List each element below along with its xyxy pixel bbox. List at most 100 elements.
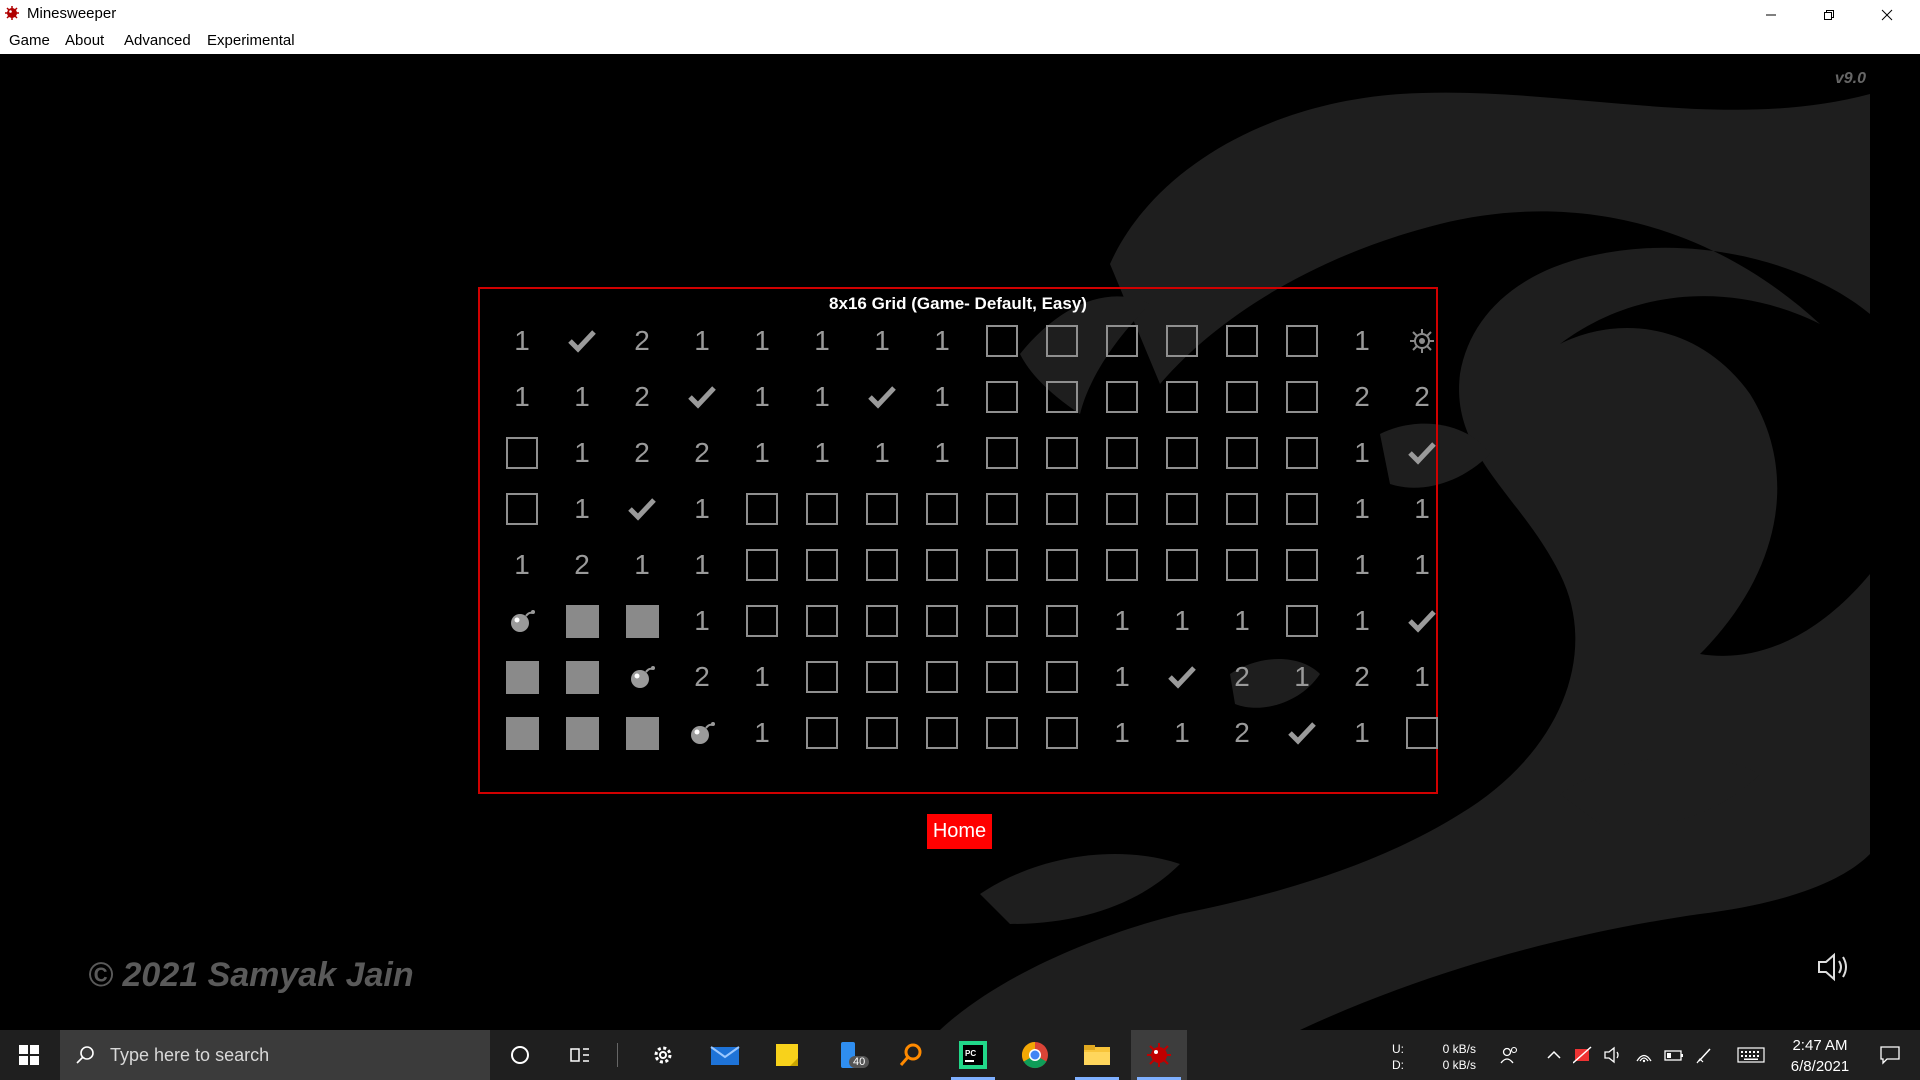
number-cell[interactable]: 2 (672, 425, 732, 481)
show-hidden-icons-button[interactable] (1539, 1030, 1569, 1080)
number-cell[interactable]: 1 (1392, 649, 1452, 705)
number-cell[interactable]: 1 (732, 425, 792, 481)
unrevealed-cell[interactable] (852, 705, 912, 761)
number-cell[interactable]: 1 (1092, 705, 1152, 761)
filled-cell[interactable] (492, 649, 552, 705)
menu-about[interactable]: About (65, 32, 104, 49)
number-cell[interactable]: 1 (792, 369, 852, 425)
pycharm-app[interactable]: PC (945, 1030, 1001, 1080)
filled-cell[interactable] (612, 705, 672, 761)
number-cell[interactable]: 1 (732, 369, 792, 425)
number-cell[interactable]: 1 (672, 481, 732, 537)
unrevealed-cell[interactable] (852, 481, 912, 537)
unrevealed-cell[interactable] (972, 705, 1032, 761)
number-cell[interactable]: 1 (1212, 593, 1272, 649)
unrevealed-cell[interactable] (912, 593, 972, 649)
sound-icon[interactable] (1815, 949, 1851, 985)
number-cell[interactable]: 1 (912, 313, 972, 369)
number-cell[interactable]: 1 (1092, 649, 1152, 705)
number-cell[interactable]: 1 (792, 425, 852, 481)
system-clock[interactable]: 2:47 AM 6/8/2021 (1770, 1035, 1870, 1077)
unrevealed-cell[interactable] (1032, 537, 1092, 593)
check-cell[interactable] (1392, 593, 1452, 649)
number-cell[interactable]: 1 (1332, 705, 1392, 761)
filled-cell[interactable] (492, 705, 552, 761)
volume-button[interactable] (1598, 1030, 1628, 1080)
unrevealed-cell[interactable] (1272, 369, 1332, 425)
number-cell[interactable]: 2 (612, 369, 672, 425)
unrevealed-cell[interactable] (1272, 425, 1332, 481)
task-view-button[interactable] (552, 1030, 608, 1080)
number-cell[interactable]: 1 (732, 313, 792, 369)
unrevealed-cell[interactable] (492, 425, 552, 481)
filled-cell[interactable] (552, 705, 612, 761)
unrevealed-cell[interactable] (1212, 537, 1272, 593)
minesweeper-taskbar-app[interactable] (1131, 1030, 1187, 1080)
unrevealed-cell[interactable] (1092, 481, 1152, 537)
number-cell[interactable]: 1 (1152, 593, 1212, 649)
cortana-button[interactable] (492, 1030, 548, 1080)
number-cell[interactable]: 1 (1332, 481, 1392, 537)
people-button[interactable] (1494, 1030, 1524, 1080)
unrevealed-cell[interactable] (1032, 425, 1092, 481)
unrevealed-cell[interactable] (1152, 425, 1212, 481)
restore-button[interactable] (1800, 0, 1858, 29)
check-cell[interactable] (1272, 705, 1332, 761)
filled-cell[interactable] (612, 593, 672, 649)
number-cell[interactable]: 2 (612, 425, 672, 481)
number-cell[interactable]: 1 (1332, 593, 1392, 649)
number-cell[interactable]: 1 (852, 425, 912, 481)
taskbar-search[interactable]: Type here to search (60, 1030, 490, 1080)
phone-app[interactable]: 40 (821, 1030, 877, 1080)
number-cell[interactable]: 1 (1392, 537, 1452, 593)
unrevealed-cell[interactable] (972, 481, 1032, 537)
unrevealed-cell[interactable] (912, 481, 972, 537)
settings-app[interactable] (635, 1030, 691, 1080)
number-cell[interactable]: 1 (552, 369, 612, 425)
menu-advanced[interactable]: Advanced (124, 32, 191, 49)
unrevealed-cell[interactable] (1032, 369, 1092, 425)
number-cell[interactable]: 2 (1212, 649, 1272, 705)
unrevealed-cell[interactable] (972, 537, 1032, 593)
number-cell[interactable]: 1 (672, 537, 732, 593)
number-cell[interactable]: 2 (552, 537, 612, 593)
number-cell[interactable]: 1 (552, 481, 612, 537)
number-cell[interactable]: 1 (732, 649, 792, 705)
number-cell[interactable]: 1 (552, 425, 612, 481)
filled-cell[interactable] (552, 649, 612, 705)
number-cell[interactable]: 2 (1332, 369, 1392, 425)
check-cell[interactable] (1392, 425, 1452, 481)
unrevealed-cell[interactable] (972, 649, 1032, 705)
unrevealed-cell[interactable] (732, 537, 792, 593)
unrevealed-cell[interactable] (1032, 649, 1092, 705)
number-cell[interactable]: 2 (672, 649, 732, 705)
unrevealed-cell[interactable] (1032, 593, 1092, 649)
number-cell[interactable]: 1 (1092, 593, 1152, 649)
unrevealed-cell[interactable] (1212, 369, 1272, 425)
unrevealed-cell[interactable] (732, 593, 792, 649)
tray-app-button[interactable] (1568, 1030, 1598, 1080)
number-cell[interactable]: 1 (912, 425, 972, 481)
unrevealed-cell[interactable] (852, 537, 912, 593)
number-cell[interactable]: 1 (1332, 425, 1392, 481)
unrevealed-cell[interactable] (1272, 313, 1332, 369)
unrevealed-cell[interactable] (1092, 369, 1152, 425)
check-cell[interactable] (552, 313, 612, 369)
number-cell[interactable]: 2 (612, 313, 672, 369)
start-button[interactable] (0, 1030, 58, 1080)
unrevealed-cell[interactable] (792, 481, 852, 537)
menu-game[interactable]: Game (9, 32, 50, 49)
unrevealed-cell[interactable] (1032, 705, 1092, 761)
unrevealed-cell[interactable] (1212, 425, 1272, 481)
number-cell[interactable]: 1 (1332, 537, 1392, 593)
unrevealed-cell[interactable] (1272, 481, 1332, 537)
mail-app[interactable] (697, 1030, 753, 1080)
unrevealed-cell[interactable] (912, 649, 972, 705)
chrome-app[interactable] (1007, 1030, 1063, 1080)
minimize-button[interactable] (1742, 0, 1800, 29)
unrevealed-cell[interactable] (972, 369, 1032, 425)
home-button[interactable]: Home (927, 814, 992, 849)
unrevealed-cell[interactable] (1272, 537, 1332, 593)
search-app[interactable] (883, 1030, 939, 1080)
unrevealed-cell[interactable] (852, 649, 912, 705)
